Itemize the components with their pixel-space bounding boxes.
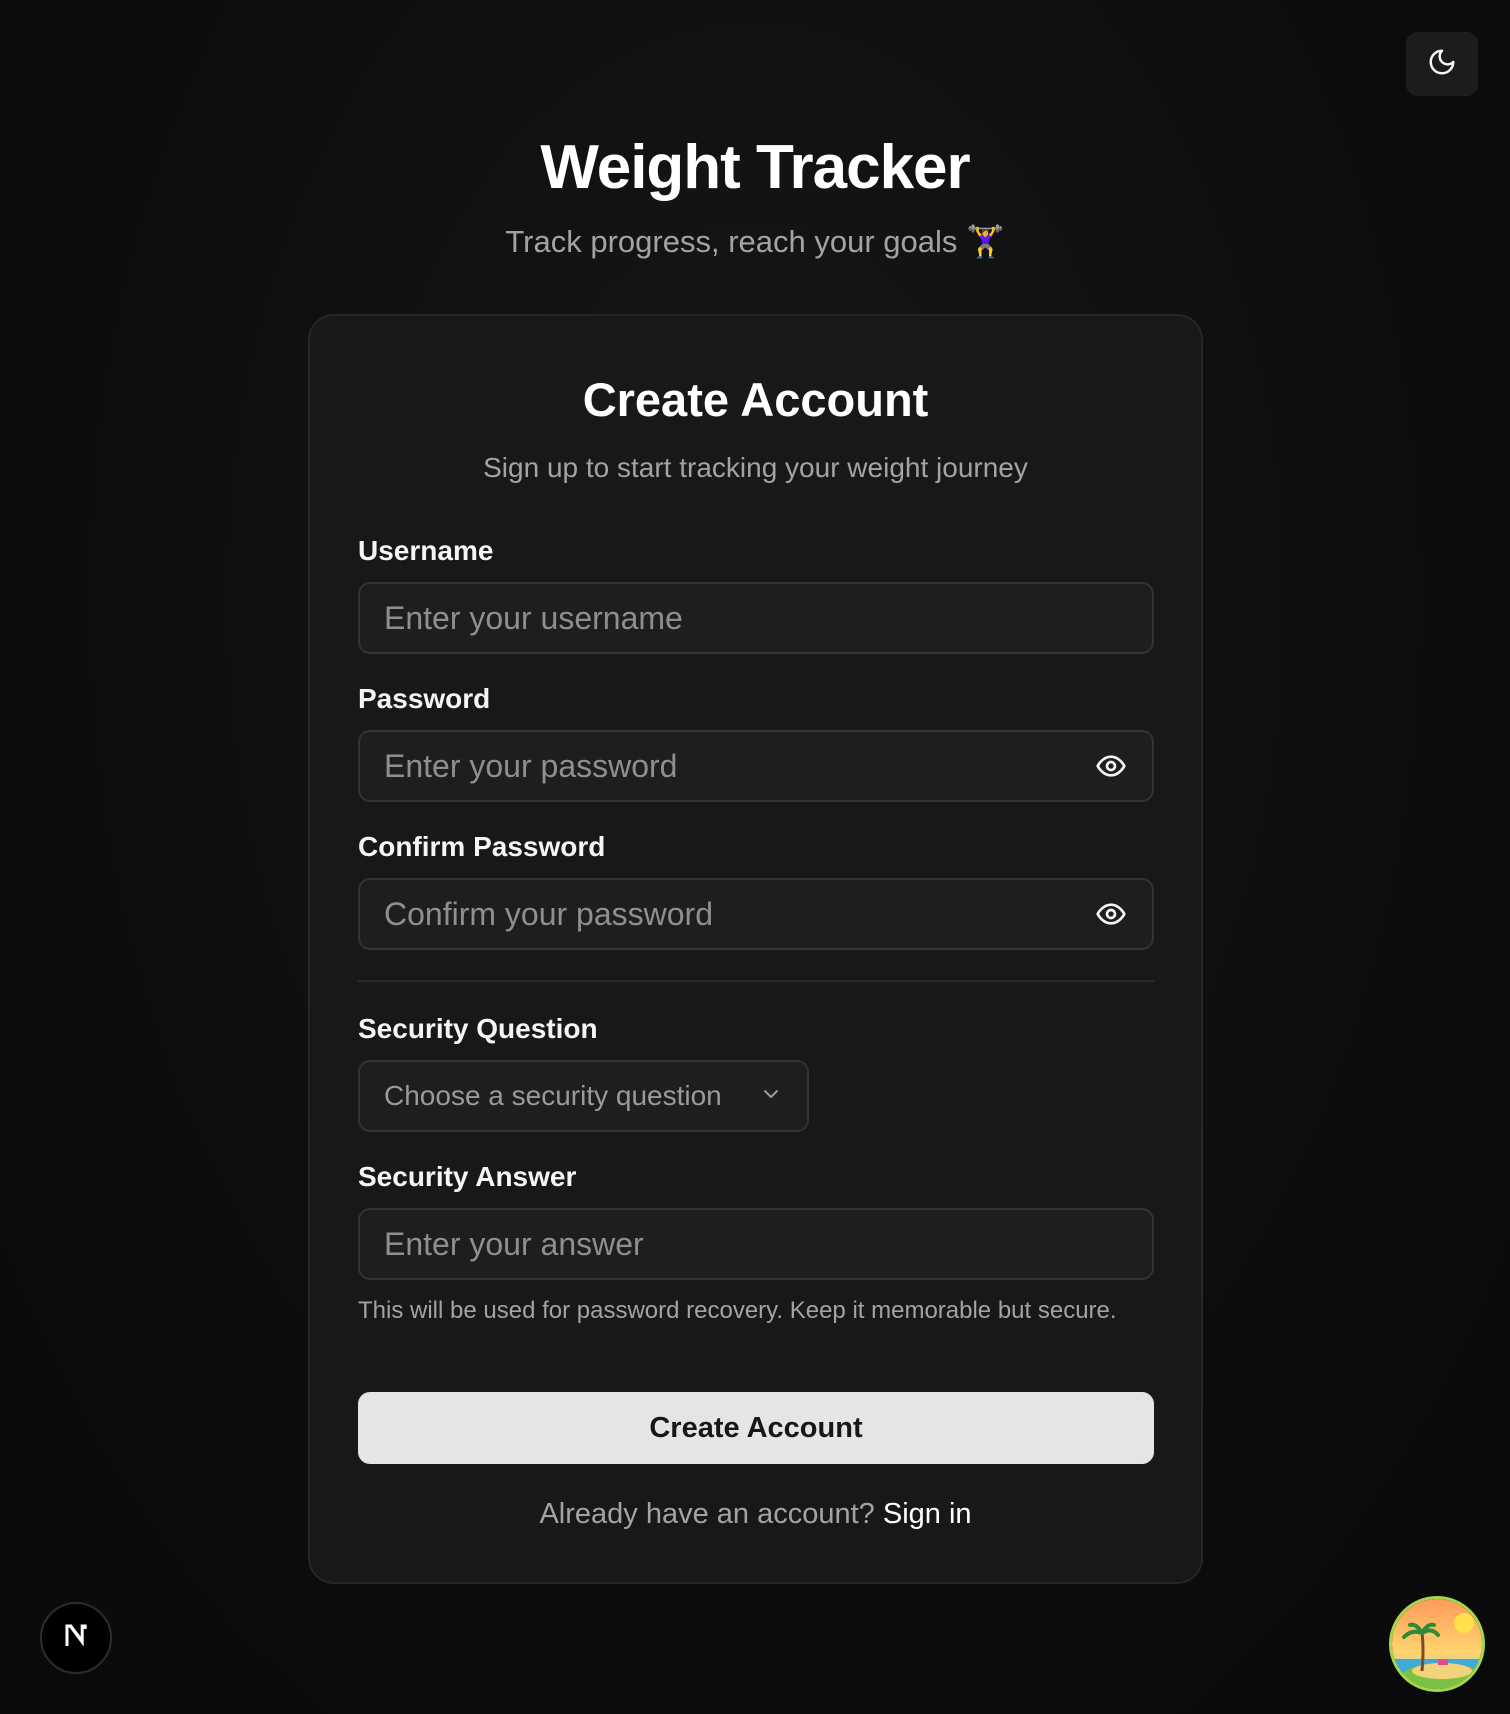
page-header: Weight Tracker Track progress, reach you…	[0, 130, 1510, 262]
confirm-password-input[interactable]	[384, 895, 1094, 933]
divider	[358, 980, 1154, 982]
confirm-password-label: Confirm Password	[358, 831, 606, 862]
signin-prompt: Already have an account?	[539, 1498, 875, 1530]
security-question-value: Choose a security question	[384, 1080, 722, 1111]
beach-avatar-icon[interactable]	[1389, 1596, 1485, 1692]
theme-toggle-button[interactable]	[1406, 32, 1478, 96]
password-input[interactable]	[384, 747, 1094, 785]
app-subtitle: Track progress, reach your goals 🏋️‍♀️	[505, 224, 1005, 259]
card-description: Sign up to start tracking your weight jo…	[483, 452, 1028, 483]
security-question-select[interactable]: Choose a security question	[358, 1060, 809, 1132]
create-account-button[interactable]: Create Account	[358, 1392, 1154, 1464]
chevron-down-icon	[759, 1082, 783, 1111]
signin-link[interactable]: Sign in	[883, 1498, 972, 1530]
security-answer-input[interactable]	[384, 1225, 1128, 1263]
eye-icon[interactable]	[1094, 749, 1128, 783]
security-answer-label: Security Answer	[358, 1161, 577, 1192]
next-logo-icon	[59, 1619, 93, 1658]
confirm-password-field	[358, 878, 1154, 950]
security-answer-field	[358, 1208, 1154, 1280]
signin-row: Already have an account? Sign in	[310, 1496, 1201, 1532]
username-label: Username	[358, 535, 494, 566]
moon-icon	[1427, 47, 1457, 82]
app-title: Weight Tracker	[540, 133, 970, 202]
security-question-label: Security Question	[358, 1013, 598, 1044]
card-title: Create Account	[582, 373, 929, 426]
password-field	[358, 730, 1154, 802]
password-label: Password	[358, 683, 491, 714]
username-field	[358, 582, 1154, 654]
signup-card: Create Account Sign up to start tracking…	[308, 314, 1203, 1584]
security-hint: This will be used for password recovery.…	[358, 1297, 1117, 1324]
next-dev-badge[interactable]	[40, 1602, 112, 1674]
eye-icon[interactable]	[1094, 897, 1128, 931]
username-input[interactable]	[384, 599, 1128, 637]
